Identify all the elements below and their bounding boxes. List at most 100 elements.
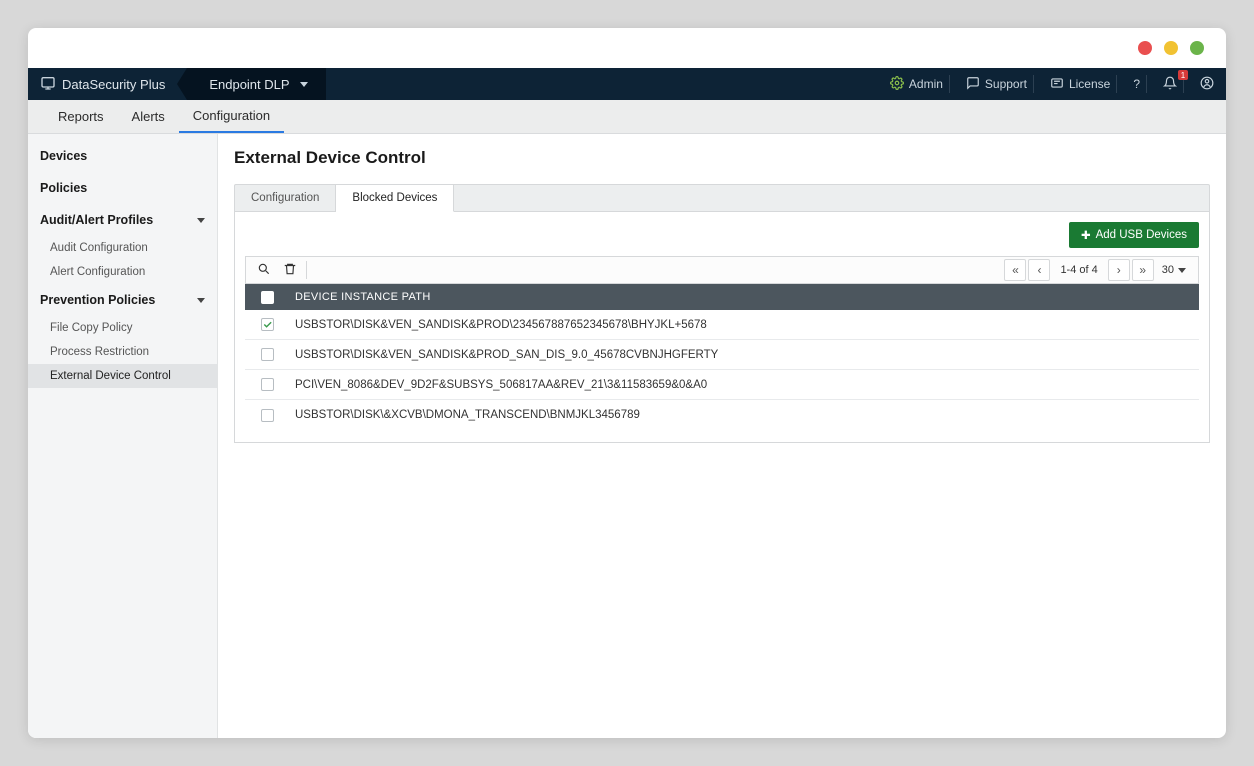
sidebar-item-label: Alert Configuration — [50, 266, 145, 278]
subtab-configuration[interactable]: Configuration — [235, 185, 336, 211]
row-checkbox[interactable] — [261, 348, 274, 361]
table-body: USBSTOR\DISK&VEN_SANDISK&PROD\2345678876… — [245, 310, 1199, 430]
delete-button[interactable] — [278, 258, 302, 282]
chevrons-left-icon: « — [1012, 263, 1019, 277]
tab-configuration[interactable]: Configuration — [179, 100, 284, 133]
sidebar-item-process[interactable]: Process Restriction — [28, 340, 217, 364]
chevron-down-icon — [300, 82, 308, 87]
add-btn-label: Add USB Devices — [1096, 229, 1187, 241]
chevron-down-icon — [197, 298, 205, 303]
sidebar-item-alert-config[interactable]: Alert Configuration — [28, 260, 217, 284]
select-all-checkbox[interactable] — [261, 291, 274, 304]
tab-alerts[interactable]: Alerts — [118, 100, 179, 133]
notification-badge: 1 — [1178, 70, 1188, 80]
column-header-device-path[interactable]: DEVICE INSTANCE PATH — [289, 291, 1199, 303]
subtab-blocked-devices[interactable]: Blocked Devices — [336, 185, 454, 212]
tab-reports-label: Reports — [58, 109, 104, 124]
page-prev-button[interactable]: ‹ — [1028, 259, 1050, 281]
top-bar: DataSecurity Plus Endpoint DLP Admin Sup… — [28, 68, 1226, 100]
help-label: ? — [1133, 77, 1140, 91]
row-checkbox[interactable] — [261, 378, 274, 391]
admin-link[interactable]: Admin — [884, 75, 950, 93]
tab-alerts-label: Alerts — [132, 109, 165, 124]
sidebar-item-policies[interactable]: Policies — [28, 172, 217, 204]
license-link[interactable]: License — [1044, 75, 1117, 93]
sidebar-item-label: Process Restriction — [50, 346, 149, 358]
chevron-down-icon — [197, 218, 205, 223]
chevrons-right-icon: » — [1139, 263, 1146, 277]
separator — [306, 261, 307, 279]
sidebar-item-label: External Device Control — [50, 370, 171, 382]
app-window: DataSecurity Plus Endpoint DLP Admin Sup… — [28, 28, 1226, 738]
user-icon — [1200, 76, 1214, 93]
sidebar-item-label: Policies — [40, 181, 87, 195]
chevron-left-icon: ‹ — [1037, 263, 1041, 277]
subtab-label: Configuration — [251, 192, 319, 204]
support-label: Support — [985, 77, 1027, 91]
module-dropdown[interactable]: Endpoint DLP — [187, 68, 325, 100]
subtab-label: Blocked Devices — [352, 192, 437, 204]
window-minimize-icon[interactable] — [1164, 41, 1178, 55]
notifications-button[interactable]: 1 — [1157, 75, 1184, 93]
row-checkbox[interactable] — [261, 409, 274, 422]
row-checkbox[interactable] — [261, 318, 274, 331]
support-link[interactable]: Support — [960, 75, 1034, 93]
plus-icon: ✚ — [1081, 228, 1091, 242]
sidebar-item-label: Prevention Policies — [40, 293, 155, 307]
chevron-down-icon — [1178, 268, 1186, 273]
search-icon — [257, 262, 271, 279]
sub-tabs: Configuration Blocked Devices — [234, 184, 1210, 212]
help-link[interactable]: ? — [1127, 75, 1147, 93]
sidebar-item-audit-alert[interactable]: Audit/Alert Profiles — [28, 204, 217, 236]
sidebar-item-label: Devices — [40, 149, 87, 163]
page-last-button[interactable]: » — [1132, 259, 1154, 281]
table-row[interactable]: USBSTOR\DISK\&XCVB\DMONA_TRANSCEND\BNMJK… — [245, 400, 1199, 430]
page-size-dropdown[interactable]: 30 — [1156, 264, 1192, 276]
bell-icon — [1163, 76, 1177, 93]
page-next-button[interactable]: › — [1108, 259, 1130, 281]
device-path-cell: USBSTOR\DISK&VEN_SANDISK&PROD\2345678876… — [289, 319, 1199, 331]
add-usb-devices-button[interactable]: ✚ Add USB Devices — [1069, 222, 1199, 248]
brand-icon — [40, 75, 56, 94]
topbar-right: Admin Support License ? 1 — [884, 75, 1214, 93]
trash-icon — [283, 262, 297, 279]
main-content: External Device Control Configuration Bl… — [218, 134, 1226, 738]
gear-icon — [890, 76, 904, 93]
chat-icon — [966, 76, 980, 93]
window-titlebar — [28, 28, 1226, 68]
sidebar-item-audit-config[interactable]: Audit Configuration — [28, 236, 217, 260]
sidebar-item-file-copy[interactable]: File Copy Policy — [28, 316, 217, 340]
device-path-cell: USBSTOR\DISK&VEN_SANDISK&PROD_SAN_DIS_9.… — [289, 349, 1199, 361]
window-close-icon[interactable] — [1138, 41, 1152, 55]
sidebar-item-label: File Copy Policy — [50, 322, 132, 334]
sidebar: Devices Policies Audit/Alert Profiles Au… — [28, 134, 218, 738]
page-info: 1-4 of 4 — [1052, 264, 1105, 276]
sidebar-item-label: Audit/Alert Profiles — [40, 213, 153, 227]
sidebar-item-external-device[interactable]: External Device Control — [28, 364, 217, 388]
brand: DataSecurity Plus — [40, 75, 165, 94]
page-title: External Device Control — [234, 148, 1210, 168]
table-toolbar: « ‹ 1-4 of 4 › » 30 — [245, 256, 1199, 284]
table-row[interactable]: USBSTOR\DISK&VEN_SANDISK&PROD\2345678876… — [245, 310, 1199, 340]
module-label: Endpoint DLP — [209, 77, 289, 92]
search-button[interactable] — [252, 258, 276, 282]
window-maximize-icon[interactable] — [1190, 41, 1204, 55]
table-header: DEVICE INSTANCE PATH — [245, 284, 1199, 310]
sidebar-item-prevention[interactable]: Prevention Policies — [28, 284, 217, 316]
page-size-label: 30 — [1162, 264, 1174, 276]
license-icon — [1050, 76, 1064, 93]
admin-label: Admin — [909, 77, 943, 91]
page-first-button[interactable]: « — [1004, 259, 1026, 281]
brand-label: DataSecurity Plus — [62, 77, 165, 92]
table-row[interactable]: PCI\VEN_8086&DEV_9D2F&SUBSYS_506817AA&RE… — [245, 370, 1199, 400]
sidebar-item-label: Audit Configuration — [50, 242, 148, 254]
profile-button[interactable] — [1194, 75, 1214, 93]
chevron-right-icon: › — [1117, 263, 1121, 277]
tab-reports[interactable]: Reports — [44, 100, 118, 133]
license-label: License — [1069, 77, 1110, 91]
device-path-cell: PCI\VEN_8086&DEV_9D2F&SUBSYS_506817AA&RE… — [289, 379, 1199, 391]
tab-configuration-label: Configuration — [193, 108, 270, 123]
blocked-devices-panel: ✚ Add USB Devices — [234, 212, 1210, 443]
table-row[interactable]: USBSTOR\DISK&VEN_SANDISK&PROD_SAN_DIS_9.… — [245, 340, 1199, 370]
sidebar-item-devices[interactable]: Devices — [28, 140, 217, 172]
